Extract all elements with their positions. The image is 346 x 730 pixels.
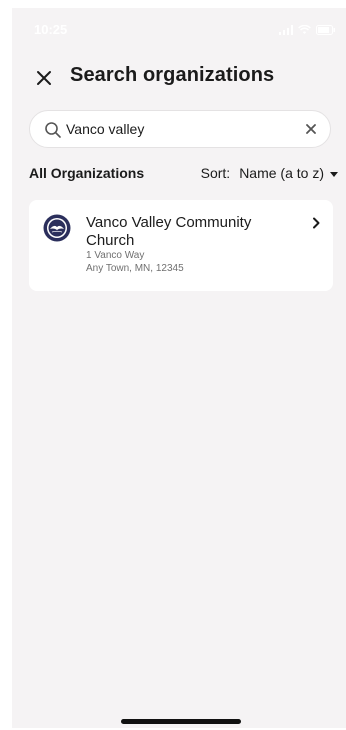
page-title: Search organizations xyxy=(70,64,275,86)
church-logo-icon xyxy=(43,214,71,242)
home-indicator[interactable] xyxy=(121,719,241,724)
status-bar: 10:25 xyxy=(12,8,346,48)
app-screen: 10:25 Search organizations Vanco valley … xyxy=(12,8,346,728)
search-box[interactable] xyxy=(29,110,331,148)
close-icon xyxy=(37,71,51,85)
search-icon xyxy=(45,122,61,138)
search-input[interactable] xyxy=(66,111,296,147)
sort-control[interactable]: Sort: Name (a to z) xyxy=(201,165,338,181)
filter-row: All Organizations Sort: Name (a to z) xyxy=(12,162,346,184)
clear-search-button[interactable] xyxy=(304,122,318,136)
status-icons xyxy=(279,22,336,40)
wifi-icon xyxy=(298,22,311,40)
signal-icon xyxy=(279,22,293,40)
chevron-right-icon[interactable] xyxy=(309,216,323,230)
organization-name: Vanco Valley Community Church xyxy=(86,214,252,249)
header: Search organizations xyxy=(12,60,346,94)
caret-down-icon[interactable] xyxy=(330,171,338,177)
organization-address-line2: Any Town, MN, 12345 xyxy=(86,263,184,274)
sort-label: Sort: xyxy=(200,165,231,181)
organization-address-line1: 1 Vanco Way xyxy=(86,250,145,261)
sort-dropdown[interactable]: Name (a to z) xyxy=(239,165,324,181)
status-time: 10:25 xyxy=(34,22,68,37)
organization-card[interactable]: Vanco Valley Community Church 1 Vanco Wa… xyxy=(29,200,333,291)
close-button[interactable] xyxy=(34,68,54,88)
battery-icon xyxy=(316,22,336,40)
all-organizations-label: All Organizations xyxy=(29,165,145,181)
